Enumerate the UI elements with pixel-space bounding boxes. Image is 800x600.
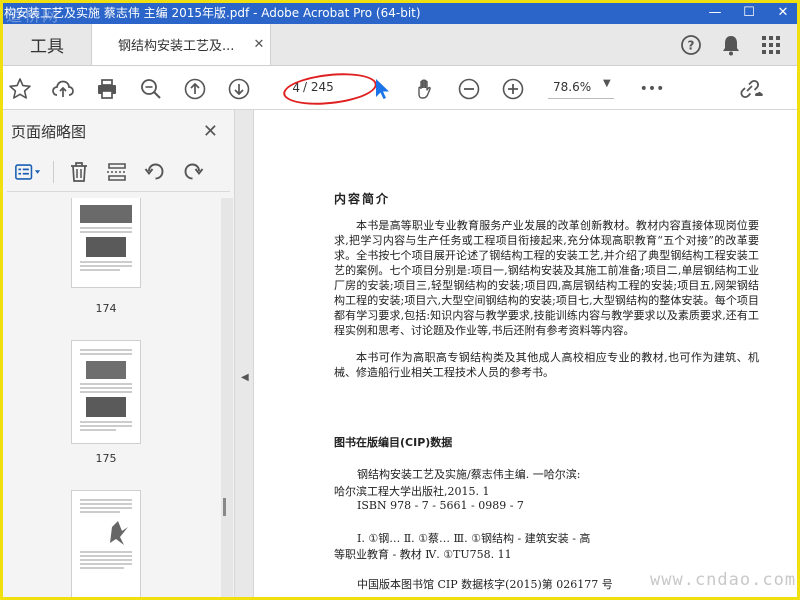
select-cursor-icon[interactable] (369, 76, 395, 102)
rotate-left-icon[interactable] (142, 159, 168, 185)
delete-page-icon[interactable] (66, 159, 92, 185)
rotate-right-icon[interactable] (180, 159, 206, 185)
thumbnail-page-label: 174 (95, 302, 117, 315)
page-thumbnail-174[interactable] (71, 198, 141, 288)
thumbnails-header: 页面缩略图 ✕ (3, 110, 234, 152)
main-toolbar: / 245 78.6% ▼ ••• (3, 66, 797, 110)
close-pane-button[interactable]: ✕ (203, 121, 218, 142)
site-logo-watermark: 道桥网 (6, 6, 61, 25)
more-tools-button[interactable]: ••• (639, 76, 665, 102)
print-icon[interactable] (94, 76, 120, 102)
zoom-underline (548, 98, 614, 99)
zoom-out-icon[interactable] (456, 76, 482, 102)
hand-tool-icon[interactable] (413, 76, 439, 102)
window-title: 构安装工艺及实施 蔡志伟 主编 2015年版.pdf - Adobe Acrob… (4, 5, 421, 20)
minimize-button[interactable]: — (698, 0, 732, 24)
intro-title: 内容简介 (334, 192, 391, 206)
zoom-in-icon[interactable] (500, 76, 526, 102)
cip-line: 等职业教育 - 教材 Ⅳ. ①TU758. 11 (334, 548, 512, 561)
zoom-dropdown-caret[interactable]: ▼ (603, 78, 611, 89)
page-thumbnail-176[interactable] (71, 490, 141, 597)
page-thumbnails-pane: 页面缩略图 ✕ 174 175 (3, 110, 235, 597)
svg-text:?: ? (688, 38, 695, 52)
cip-line: 哈尔滨工程大学出版社,2015. 1 (334, 485, 490, 498)
account-tools: ? (679, 24, 797, 65)
site-watermark: www.cndao.com (650, 570, 797, 590)
thumbnail-page-label: 175 (95, 452, 117, 465)
thumbnails-toolbar (7, 152, 230, 192)
notification-bell-icon[interactable] (719, 33, 743, 57)
cip-line: Ⅰ. ①钢… Ⅱ. ①蔡… Ⅲ. ①钢结构 - 建筑安装 - 高 (357, 532, 591, 545)
tab-tools[interactable]: 工具 (3, 24, 91, 65)
scrollbar-thumb[interactable] (223, 498, 226, 516)
toolbar-separator (53, 160, 54, 183)
title-bar: 构安装工艺及实施 蔡志伟 主编 2015年版.pdf - Adobe Acrob… (0, 0, 800, 24)
tab-document[interactable]: 钢结构安装工艺及... ✕ (91, 24, 271, 65)
document-tab-label: 钢结构安装工艺及... (118, 39, 235, 54)
thumbnail-scrollbar[interactable] (221, 198, 233, 597)
cip-line: 钢结构安装工艺及实施/蔡志伟主编. 一哈尔滨: (357, 468, 581, 481)
zoom-search-icon[interactable] (138, 76, 164, 102)
close-tab-button[interactable]: ✕ (248, 37, 270, 52)
thumbnails-title: 页面缩略图 (11, 122, 87, 141)
star-bookmark-icon[interactable] (7, 76, 33, 102)
cip-title: 图书在版编目(CIP)数据 (334, 436, 453, 449)
maximize-button[interactable]: ☐ (732, 0, 766, 24)
cip-line: 中国版本图书馆 CIP 数据核字(2015)第 026177 号 (357, 578, 613, 591)
annotation-ellipse (281, 69, 379, 109)
zoom-level[interactable]: 78.6% (553, 80, 591, 94)
collapse-arrow-icon[interactable]: ◀ (241, 372, 249, 383)
intro-paragraph-1: 本书是高等职业专业教育服务产业发展的改革创新教材。教材内容直接体现岗位要求,把学… (334, 219, 759, 337)
share-link-icon[interactable] (738, 76, 764, 102)
cip-line: ISBN 978 - 7 - 5661 - 0989 - 7 (357, 499, 524, 512)
tab-row: 工具 钢结构安装工艺及... ✕ ? (3, 24, 797, 66)
cloud-upload-icon[interactable] (50, 76, 76, 102)
page-thumbnail-175[interactable] (71, 340, 141, 444)
thumbnail-options-icon[interactable] (15, 159, 41, 185)
previous-page-icon[interactable] (182, 76, 208, 102)
help-icon[interactable]: ? (679, 33, 703, 57)
next-page-icon[interactable] (226, 76, 252, 102)
document-view[interactable]: 内容简介 本书是高等职业专业教育服务产业发展的改革创新教材。教材内容直接体现岗位… (254, 110, 797, 597)
thumbnail-list: 174 175 (3, 198, 221, 597)
close-window-button[interactable]: ✕ (766, 0, 800, 24)
intro-paragraph-2: 本书可作为高职高专钢结构类及其他成人高校相应专业的教材,也可作为建筑、机械、修造… (334, 351, 759, 379)
window-controls: — ☐ ✕ (698, 0, 800, 24)
pane-collapse-handle[interactable] (235, 110, 254, 597)
apps-grid-icon[interactable] (759, 33, 783, 57)
extract-page-icon[interactable] (104, 159, 130, 185)
